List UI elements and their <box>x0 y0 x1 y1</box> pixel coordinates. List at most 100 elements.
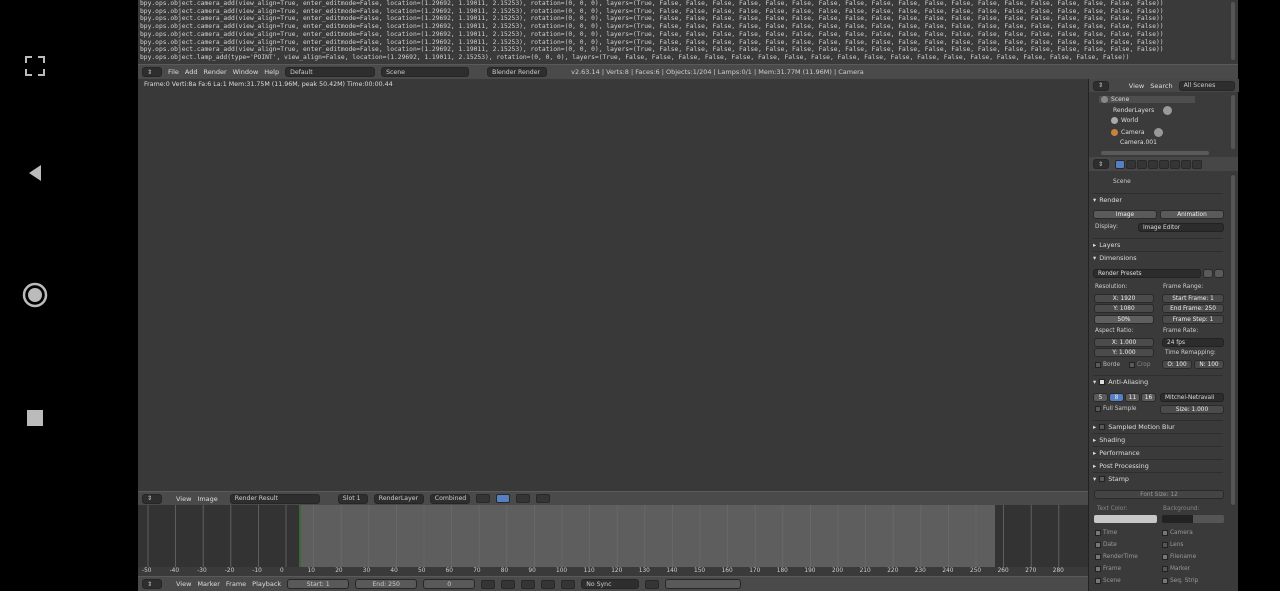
menu-playback[interactable]: Playback <box>252 580 281 588</box>
stamp-option-right[interactable]: Camera <box>1162 530 1193 536</box>
z-channel-button[interactable] <box>515 494 530 503</box>
motion-blur-panel-header[interactable]: ▸ Sampled Motion Blur <box>1093 420 1223 432</box>
aa-filter-select[interactable]: Mitchel-Netravali <box>1160 393 1224 402</box>
sync-mode-select[interactable]: No Sync <box>581 579 640 589</box>
aspect-x-field[interactable]: X: 1.000 <box>1094 338 1154 347</box>
stamp-option-left[interactable]: Frame <box>1095 566 1121 572</box>
dimensions-panel-header[interactable]: ▾ Dimensions <box>1093 251 1223 263</box>
crop-checkbox[interactable]: Crop <box>1129 362 1151 368</box>
post-processing-panel-header[interactable]: ▸ Post Processing <box>1093 459 1223 471</box>
render-animation-button[interactable]: Animation <box>1160 210 1224 219</box>
play-button[interactable] <box>541 579 556 589</box>
aa-size-field[interactable]: Size: 1.000 <box>1160 405 1224 414</box>
full-sample-checkbox[interactable]: Full Sample <box>1095 406 1137 412</box>
menu-file[interactable]: File <box>168 68 179 76</box>
timeline-track[interactable] <box>138 505 1088 567</box>
stamp-option-right[interactable]: Filename <box>1162 554 1196 560</box>
start-frame-field[interactable]: Start Frame: 1 <box>1162 294 1224 303</box>
outliner-item-renderlayers[interactable]: RenderLayers <box>1113 106 1173 115</box>
stamp-option-right[interactable]: Marker <box>1162 566 1190 572</box>
alpha-channel-button[interactable] <box>495 494 510 503</box>
border-checkbox[interactable]: Borde <box>1095 362 1120 368</box>
outliner-view-menu[interactable]: View <box>1129 82 1144 90</box>
render-presets-select[interactable]: Render Presets <box>1093 269 1201 278</box>
remove-preset-button[interactable] <box>1214 269 1224 278</box>
image-browse-select[interactable]: Render Result <box>229 493 320 504</box>
screen-layout-select[interactable]: Default <box>285 67 376 77</box>
text-color-swatch[interactable] <box>1094 515 1157 523</box>
stamp-option-right[interactable]: Lens <box>1162 542 1183 548</box>
overlay-button[interactable] <box>535 494 550 503</box>
performance-panel-header[interactable]: ▸ Performance <box>1093 446 1223 458</box>
background-color-swatch[interactable] <box>1162 515 1224 523</box>
outliner-search-menu[interactable]: Search <box>1150 82 1172 90</box>
outliner-item-world[interactable]: World <box>1111 117 1138 124</box>
tab-scene[interactable] <box>1126 159 1136 169</box>
anti-aliasing-checkbox[interactable] <box>1099 378 1106 385</box>
menu-window[interactable]: Window <box>233 68 259 76</box>
tab-object[interactable] <box>1148 159 1158 169</box>
current-frame-field[interactable]: 0 <box>423 579 476 589</box>
outliner-item-camera[interactable]: Camera <box>1111 128 1163 137</box>
shading-panel-header[interactable]: ▸ Shading <box>1093 433 1223 445</box>
log-scrollbar[interactable] <box>1231 2 1235 60</box>
aa-samples-8[interactable]: 8 <box>1109 393 1124 402</box>
prev-key-button[interactable] <box>501 579 516 589</box>
next-key-button[interactable] <box>561 579 576 589</box>
scene-select[interactable]: Scene <box>381 67 470 77</box>
menu-help[interactable]: Help <box>264 68 279 76</box>
layers-panel-header[interactable]: ▸ Layers <box>1093 238 1223 250</box>
editor-type-menu[interactable]: ⇕ <box>142 493 162 504</box>
stamp-option-left[interactable]: Date <box>1095 542 1117 548</box>
stamp-font-size-field[interactable]: Font Size: 12 <box>1094 490 1224 499</box>
menu-view[interactable]: View <box>176 495 191 503</box>
frame-rate-select[interactable]: 24 fps <box>1162 338 1224 347</box>
aa-samples-11[interactable]: 11 <box>1125 393 1140 402</box>
keying-set-field[interactable] <box>665 579 742 589</box>
motion-blur-checkbox[interactable] <box>1099 423 1106 430</box>
time-new-field[interactable]: N: 100 <box>1194 360 1224 369</box>
tab-constraints[interactable] <box>1159 159 1169 169</box>
home-icon[interactable] <box>18 278 52 312</box>
anti-aliasing-panel-header[interactable]: ▾ Anti-Aliasing <box>1093 375 1223 387</box>
stamp-panel-header[interactable]: ▾ Stamp <box>1093 472 1223 484</box>
recents-icon[interactable] <box>18 401 52 435</box>
resolution-x-field[interactable]: X: 1920 <box>1094 294 1154 303</box>
render-layer-select[interactable]: RenderLayer <box>373 493 424 504</box>
outliner-scrollbar[interactable] <box>1231 95 1235 149</box>
editor-type-menu[interactable]: ⇕ <box>1093 80 1109 91</box>
image-editor-viewport[interactable]: Frame:0 Verti:8a Fa:6 La:1 Mem:31.75M (1… <box>138 79 1088 491</box>
expand-icon[interactable] <box>18 49 52 83</box>
menu-add[interactable]: Add <box>185 68 198 76</box>
add-preset-button[interactable] <box>1203 269 1213 278</box>
tab-world[interactable] <box>1137 159 1147 169</box>
aa-samples-5[interactable]: 5 <box>1093 393 1108 402</box>
outliner-h-scrollbar[interactable] <box>1101 151 1209 155</box>
end-frame-field[interactable]: End: 250 <box>355 579 418 589</box>
resolution-y-field[interactable]: Y: 1080 <box>1094 304 1154 313</box>
render-image-button[interactable]: Image <box>1093 210 1157 219</box>
display-select[interactable]: Image Editor <box>1138 223 1224 232</box>
record-button[interactable] <box>645 579 660 589</box>
render-pass-select[interactable]: Combined <box>429 493 470 504</box>
play-reverse-button[interactable] <box>521 579 536 589</box>
resolution-percent-field[interactable]: 50% <box>1094 315 1154 324</box>
frame-step-field[interactable]: Frame Step: 1 <box>1162 315 1224 324</box>
tab-data[interactable] <box>1181 159 1191 169</box>
editor-type-menu[interactable]: ⇕ <box>142 67 162 77</box>
stamp-option-left[interactable]: Time <box>1095 530 1117 536</box>
menu-render[interactable]: Render <box>203 68 226 76</box>
tab-physics[interactable] <box>1192 159 1202 169</box>
timeline[interactable]: -50 -40 -30 -20 -10 0 10 20 30 40 50 60 70 80 90 100 110… <box>138 505 1088 576</box>
start-frame-field[interactable]: Start: 1 <box>287 579 350 589</box>
properties-scrollbar[interactable] <box>1231 175 1235 505</box>
render-engine-select[interactable]: Blender Render <box>487 67 548 77</box>
editor-type-menu[interactable]: ⇕ <box>142 579 162 589</box>
back-icon[interactable] <box>18 156 52 190</box>
menu-frame[interactable]: Frame <box>226 580 246 588</box>
menu-image[interactable]: Image <box>197 495 217 503</box>
draw-channel-button[interactable] <box>475 494 490 503</box>
outliner-item-scene[interactable]: Scene <box>1099 96 1195 103</box>
menu-view[interactable]: View <box>176 580 191 588</box>
render-panel-header[interactable]: ▾ Render <box>1093 193 1223 205</box>
